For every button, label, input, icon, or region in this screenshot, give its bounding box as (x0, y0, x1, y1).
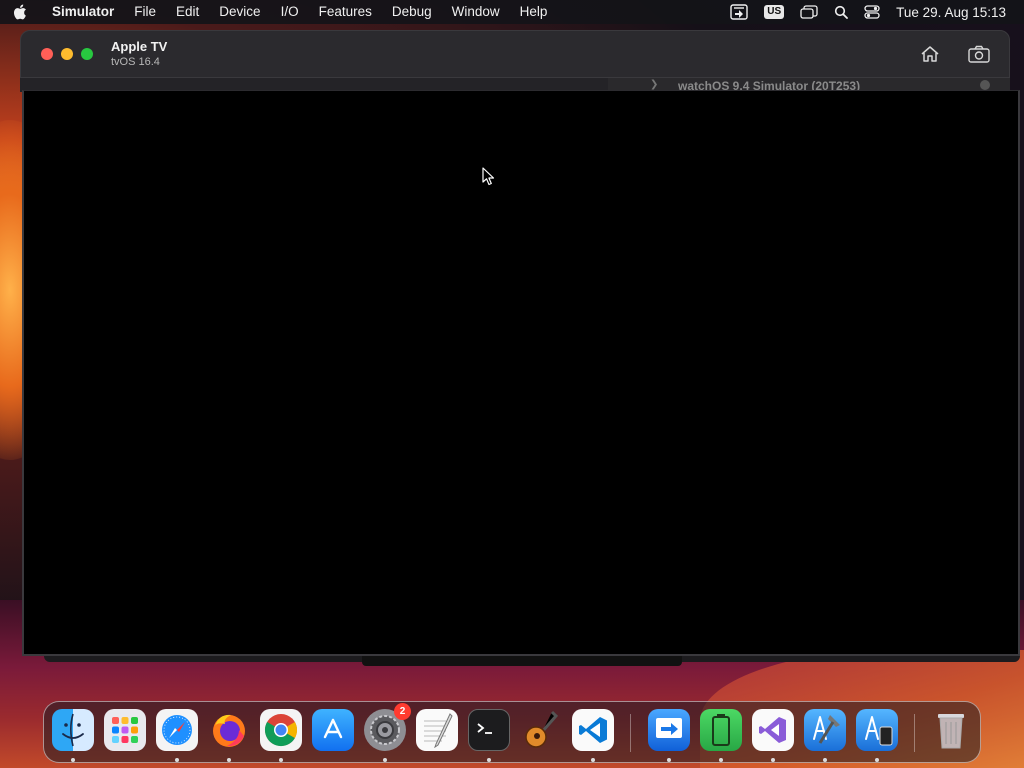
stage-manager-icon[interactable] (792, 0, 826, 24)
running-indicator (719, 758, 723, 762)
menu-clock[interactable]: Tue 29. Aug 15:13 (888, 0, 1024, 24)
menu-app-name[interactable]: Simulator (40, 0, 124, 24)
terminal-icon (477, 723, 492, 734)
running-indicator (71, 758, 75, 762)
dock-migration-assistant[interactable] (648, 709, 690, 751)
safari-icon (162, 715, 192, 745)
simulator-window-titlebar: Apple TV tvOS 16.4 (20, 30, 1010, 78)
running-indicator (591, 758, 595, 762)
arrow-screen-icon (656, 718, 682, 738)
dock-trash[interactable] (930, 709, 972, 751)
dock-garageband[interactable] (520, 709, 562, 751)
keyboard-layout-label: US (764, 5, 785, 19)
chrome-icon (264, 714, 298, 747)
running-indicator (771, 758, 775, 762)
dock-finder[interactable] (52, 709, 94, 751)
simulator-icon (865, 716, 893, 746)
spotlight-search-icon[interactable] (826, 0, 856, 24)
tv-screen[interactable] (22, 90, 1020, 656)
home-button[interactable] (916, 41, 944, 67)
trash-icon (938, 714, 964, 749)
visual-studio-icon (759, 717, 786, 743)
dock-textedit[interactable] (416, 709, 458, 751)
running-indicator (823, 758, 827, 762)
running-indicator (383, 758, 387, 762)
dock-system-settings[interactable]: 2 (364, 703, 411, 751)
minimize-button[interactable] (61, 48, 73, 60)
running-indicator (175, 758, 179, 762)
dock: 2 (43, 701, 981, 763)
keyboard-layout-icon[interactable]: US (756, 0, 792, 24)
running-indicator (875, 758, 879, 762)
window-controls (41, 48, 93, 60)
dock-vscode[interactable] (572, 709, 614, 751)
dock-separator (630, 714, 631, 752)
background-window-indicator (980, 80, 990, 90)
dock-xcode[interactable] (804, 709, 846, 751)
screenshot-icon (968, 45, 990, 63)
running-indicator (667, 758, 671, 762)
dock-separator (914, 714, 915, 752)
disclosure-chevron-icon: ❯ (650, 79, 659, 90)
apple-menu-icon[interactable] (0, 0, 40, 24)
screenshot-button[interactable] (965, 41, 993, 67)
zoom-button[interactable] (81, 48, 93, 60)
home-icon (921, 46, 939, 62)
guitar-icon (525, 710, 559, 748)
mouse-cursor-icon (482, 167, 496, 192)
status-area: US Tue 29. Aug 15:13 (722, 0, 1024, 24)
window-title: Apple TV (111, 39, 168, 54)
battery-icon (712, 714, 730, 746)
running-indicator (487, 758, 491, 762)
close-button[interactable] (41, 48, 53, 60)
notification-badge: 2 (394, 703, 411, 720)
dock-safari[interactable] (156, 709, 198, 751)
dock-launchpad[interactable] (104, 709, 146, 751)
menu-features[interactable]: Features (309, 0, 382, 24)
dock-battery-app[interactable] (700, 709, 742, 751)
screen-sharing-icon[interactable] (722, 0, 756, 24)
firefox-icon (213, 714, 245, 747)
menu-edit[interactable]: Edit (166, 0, 209, 24)
launchpad-icon (112, 717, 138, 743)
menu-file[interactable]: File (124, 0, 166, 24)
menu-device[interactable]: Device (209, 0, 270, 24)
menu-bar: Simulator File Edit Device I/O Features … (0, 0, 1024, 24)
app-store-icon (323, 718, 343, 739)
dock-app-store[interactable] (312, 709, 354, 751)
textedit-icon (424, 713, 453, 748)
menu-help[interactable]: Help (510, 0, 558, 24)
finder-icon (62, 713, 84, 747)
xcode-icon (813, 715, 840, 744)
dock-firefox[interactable] (208, 709, 250, 751)
tv-stand (362, 656, 682, 666)
dock-chrome[interactable] (260, 709, 302, 751)
running-indicator (227, 758, 231, 762)
running-indicator (279, 758, 283, 762)
dock-terminal[interactable] (468, 709, 510, 751)
dock-simulator[interactable] (856, 709, 898, 751)
menu-io[interactable]: I/O (271, 0, 309, 24)
menu-debug[interactable]: Debug (382, 0, 442, 24)
dock-visual-studio[interactable] (752, 709, 794, 751)
menu-window[interactable]: Window (442, 0, 510, 24)
window-subtitle: tvOS 16.4 (111, 56, 160, 68)
control-center-icon[interactable] (856, 0, 888, 24)
vscode-icon (579, 717, 607, 743)
